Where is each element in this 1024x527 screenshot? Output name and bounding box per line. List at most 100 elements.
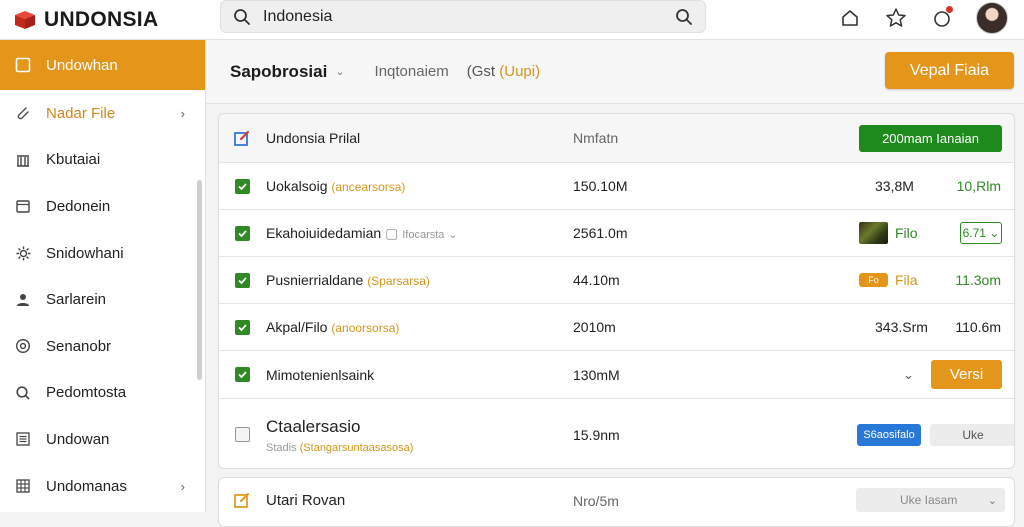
file-size: Nro/5m xyxy=(573,493,619,509)
search-input[interactable] xyxy=(263,7,663,26)
file-table-header: Undonsia Prilal Nmfatn 200mam Ianaian xyxy=(219,114,1014,163)
checkbox-unchecked[interactable] xyxy=(235,427,250,442)
checkbox-checked[interactable] xyxy=(235,225,250,241)
sidebar-item-pedomtosta[interactable]: Pedomtosta xyxy=(0,370,205,417)
primary-action-button[interactable]: Vepal Fiaia xyxy=(885,52,1014,89)
search-bar[interactable] xyxy=(220,0,706,33)
table-row[interactable]: Mimotenienlsaink 130mM ⌄ Versi xyxy=(219,351,1014,399)
file-name-text: Pusnierrialdane xyxy=(266,272,364,288)
sidebar-item-undowhan[interactable]: Undowhan xyxy=(0,40,205,90)
checkbox-checked[interactable] xyxy=(235,178,250,194)
file-name: Ctaalersasio xyxy=(266,417,361,436)
version-badge[interactable]: 6.71 ⌄ xyxy=(960,222,1002,244)
app-name: UNDONSIA xyxy=(44,7,159,31)
edit-icon[interactable] xyxy=(233,129,251,147)
sidebar-item-label: Senanobr xyxy=(46,337,112,355)
top-bar: UNDONSIA xyxy=(0,0,1024,40)
chevron-down-icon[interactable]: ⌄ xyxy=(448,229,457,241)
file-tag: (anoorsorsa) xyxy=(331,321,400,335)
file-table-size-header: Nmfatn xyxy=(573,130,619,146)
file-size: 44.10m xyxy=(573,272,620,288)
sidebar: Undowhan Nadar File › Kbutaiai Dedonein … xyxy=(0,40,206,512)
version-button[interactable]: Versi xyxy=(931,360,1002,389)
sidebar-item-undowan[interactable]: Undowan xyxy=(0,416,205,463)
calendar-icon xyxy=(14,197,32,215)
file-name: Mimotenienlsaink xyxy=(266,366,375,383)
chevron-down-icon[interactable]: ⌄ xyxy=(335,65,344,78)
sidebar-scrollbar[interactable] xyxy=(197,180,202,380)
table-row[interactable]: Uokalsoig (ancearsorsa) 150.10M 33,8M 10… xyxy=(219,163,1014,210)
table-row[interactable]: Ctaalersasio Stadis (Stangarsuntaasasosa… xyxy=(219,399,1014,468)
notification-icon[interactable] xyxy=(930,6,954,30)
sidebar-item-label: Undowhan xyxy=(46,56,118,74)
file-size: 2561.0m xyxy=(573,225,628,241)
file-type-chip: Fo xyxy=(859,273,888,287)
file-size: 130mM xyxy=(573,366,620,383)
sidebar-item-label: Kbutaiai xyxy=(46,151,101,169)
file-label[interactable]: Fila xyxy=(895,272,918,288)
sidebar-item-snidowhani[interactable]: Snidowhani xyxy=(0,230,205,277)
page-title[interactable]: Sapobrosiai xyxy=(230,62,327,82)
list-icon xyxy=(14,430,32,448)
file-thumbnail[interactable] xyxy=(859,222,888,244)
file-name: Utari Rovan xyxy=(266,492,346,509)
avatar[interactable] xyxy=(976,2,1008,34)
file-label[interactable]: Filo xyxy=(895,225,918,241)
file-name: Pusnierrialdane (Sparsarsa) xyxy=(266,272,430,288)
secondary-button[interactable]: Uke xyxy=(930,423,1014,446)
toggle-icon[interactable]: ▢ xyxy=(385,225,398,241)
checkbox-checked[interactable] xyxy=(235,319,250,335)
brand[interactable]: UNDONSIA xyxy=(0,8,206,32)
paperclip-icon xyxy=(14,104,32,122)
file-tag: (Sparsarsa) xyxy=(367,274,430,288)
checkbox-checked[interactable] xyxy=(235,272,250,288)
sidebar-item-kbutaiai[interactable]: Kbutaiai xyxy=(0,137,205,184)
sidebar-item-label: Undomanas xyxy=(46,477,127,495)
sidebar-item-sarlarein[interactable]: Sarlarein xyxy=(0,276,205,323)
file-status-value: 10,Rlm xyxy=(956,178,1001,194)
page-extra-highlight: (Uupi) xyxy=(499,63,541,80)
file-size: 2010m xyxy=(573,319,616,335)
page-subtitle: Inqtonaiem xyxy=(374,63,449,80)
checkbox-checked[interactable] xyxy=(235,367,250,382)
status-button[interactable]: S6aosifalo xyxy=(857,423,921,446)
sidebar-item-senanobr[interactable]: Senanobr xyxy=(0,323,205,370)
table-row[interactable]: Pusnierrialdane (Sparsarsa) 44.10m Fo Fi… xyxy=(219,257,1014,304)
file-table-title: Undonsia Prilal xyxy=(266,130,361,146)
chevron-right-icon: › xyxy=(180,105,185,121)
search-icon xyxy=(234,8,250,25)
chevron-right-icon: › xyxy=(180,478,185,494)
sidebar-item-label: Sarlarein xyxy=(46,291,107,309)
edit-icon[interactable] xyxy=(233,491,251,509)
file-name-text: Akpal/Filo xyxy=(266,319,328,335)
top-icons xyxy=(838,2,1008,34)
file-value: 33,8M xyxy=(875,178,914,194)
search-submit-icon[interactable] xyxy=(675,8,693,26)
sidebar-item-label: Snidowhani xyxy=(46,244,124,262)
file-tag: Ifocarsta xyxy=(402,228,445,241)
header-action-button[interactable]: 200mam Ianaian xyxy=(859,124,1002,152)
sidebar-item-label: Pedomtosta xyxy=(46,384,127,402)
option-select[interactable]: Uke Iasam ⌄ xyxy=(856,488,1005,512)
file-size: 15.9nm xyxy=(573,426,620,443)
table-row[interactable]: Akpal/Filo (anoorsorsa) 2010m 343.Srm 11… xyxy=(219,304,1014,351)
file-name: Ekahoiuidedamian ▢ Ifocarsta ⌄ xyxy=(266,225,458,242)
sidebar-item-label: Nadar File xyxy=(46,104,116,122)
file-subtitle-prefix: Stadis xyxy=(266,442,297,454)
file-name-text: Ekahoiuidedamian xyxy=(266,224,382,241)
chevron-down-icon[interactable]: ⌄ xyxy=(903,367,914,383)
file-status-value: 110.6m xyxy=(955,319,1001,335)
main-header: Sapobrosiai ⌄ Inqtonaiem (Gst (Uupi) Vep… xyxy=(206,40,1024,104)
pin-icon xyxy=(14,384,32,402)
file-tag: (ancearsorsa) xyxy=(331,180,406,194)
home-icon[interactable] xyxy=(838,6,862,30)
star-icon[interactable] xyxy=(884,6,908,30)
sidebar-item-undomanas[interactable]: Undomanas › xyxy=(0,463,205,510)
sidebar-item-nadar-file[interactable]: Nadar File › xyxy=(0,90,205,137)
sidebar-item-dedonein[interactable]: Dedonein xyxy=(0,183,205,230)
file-subtitle-highlight: (Stangarsuntaasasosa) xyxy=(299,442,414,454)
file-size: 150.10M xyxy=(573,178,628,194)
user-icon xyxy=(14,291,32,309)
file-subtitle: Stadis (Stangarsuntaasasosa) xyxy=(266,442,413,454)
table-row[interactable]: Ekahoiuidedamian ▢ Ifocarsta ⌄ 2561.0m F… xyxy=(219,210,1014,257)
